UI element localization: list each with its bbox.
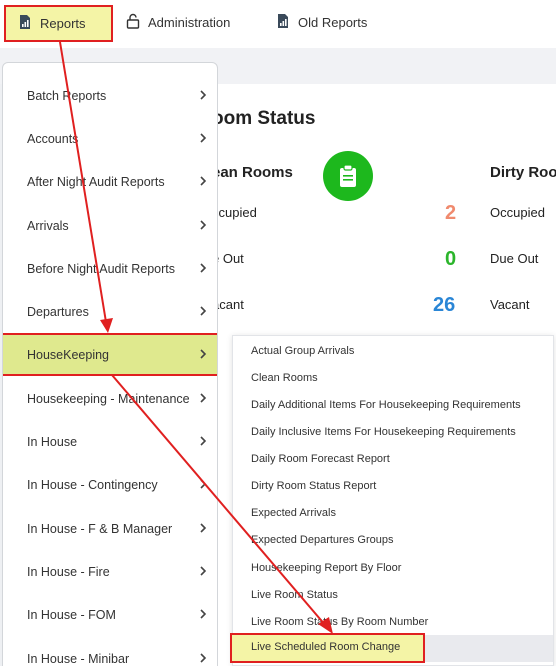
menu-item-label: Housekeeping - Maintenance [27, 391, 190, 406]
submenu-item-live-room-status[interactable]: Live Room Status [233, 581, 553, 608]
menu-item-after-night-audit[interactable]: After Night Audit Reports [3, 160, 217, 203]
submenu-item-expected-arrivals[interactable]: Expected Arrivals [233, 499, 553, 526]
menu-item-label: HouseKeeping [27, 347, 110, 362]
menu-item-label: In House [27, 434, 78, 449]
menu-item-label: After Night Audit Reports [27, 174, 165, 189]
menu-item-housekeeping[interactable]: HouseKeeping [3, 333, 217, 376]
menu-item-batch-reports[interactable]: Batch Reports [3, 74, 217, 117]
chevron-right-icon [200, 522, 207, 536]
reports-tab[interactable]: Reports [4, 5, 113, 42]
chevron-right-icon [200, 305, 207, 319]
chevron-right-icon [200, 652, 207, 666]
menu-item-departures[interactable]: Departures [3, 290, 217, 333]
document-chart-icon [276, 13, 290, 32]
menu-item-label: In House - Fire [27, 564, 110, 579]
menu-item-label: In House - FOM [27, 607, 116, 622]
menu-item-in-house-fb-manager[interactable]: In House - F & B Manager [3, 507, 217, 550]
lock-icon [126, 13, 140, 32]
submenu-item-clean-rooms[interactable]: Clean Rooms [233, 364, 553, 391]
dirty-occupied-label: Occupied [490, 205, 545, 220]
dirty-rooms-heading: Dirty Roo [490, 164, 556, 181]
chevron-right-icon [200, 175, 207, 189]
chevron-right-icon [200, 89, 207, 103]
reports-dropdown-menu: Batch Reports Accounts After Night Audit… [2, 62, 218, 666]
room-status-title: oom Status [212, 108, 316, 129]
menu-item-label: Departures [27, 304, 89, 319]
chevron-right-icon [200, 348, 207, 362]
due-out-count: 0 [445, 248, 457, 270]
dirty-vacant-label: Vacant [490, 297, 530, 312]
clean-rooms-heading: ean Rooms [212, 164, 293, 181]
submenu-item-daily-room-forecast[interactable]: Daily Room Forecast Report [233, 445, 553, 472]
menu-item-in-house-contingency[interactable]: In House - Contingency [3, 463, 217, 506]
chevron-right-icon [200, 219, 207, 233]
menu-item-in-house-minibar[interactable]: In House - Minibar [3, 637, 217, 666]
menu-item-label: Accounts [27, 131, 79, 146]
menu-item-housekeeping-maintenance[interactable]: Housekeeping - Maintenance [3, 377, 217, 420]
chevron-right-icon [200, 478, 207, 492]
old-reports-tab-label: Old Reports [298, 14, 368, 30]
menu-item-before-night-audit[interactable]: Before Night Audit Reports [3, 247, 217, 290]
chevron-right-icon [200, 565, 207, 579]
old-reports-tab[interactable]: Old Reports [276, 0, 367, 44]
menu-item-arrivals[interactable]: Arrivals [3, 204, 217, 247]
chevron-right-icon [200, 132, 207, 146]
dirty-due-out-label: Due Out [490, 251, 539, 266]
submenu-item-daily-additional-items[interactable]: Daily Additional Items For Housekeeping … [233, 391, 553, 418]
menu-item-in-house-fom[interactable]: In House - FOM [3, 593, 217, 636]
submenu-item-housekeeping-report-by-floor[interactable]: Housekeeping Report By Floor [233, 554, 553, 581]
menu-item-label: Batch Reports [27, 88, 107, 103]
submenu-item-actual-group-arrivals[interactable]: Actual Group Arrivals [233, 337, 553, 364]
submenu-item-live-room-status-by-number[interactable]: Live Room Status By Room Number [233, 608, 553, 635]
menu-item-label: In House - Contingency [27, 477, 158, 492]
chevron-right-icon [200, 608, 207, 622]
submenu-item-daily-inclusive-items[interactable]: Daily Inclusive Items For Housekeeping R… [233, 418, 553, 445]
occupied-label: ccupied [212, 205, 257, 220]
clipboard-icon [323, 151, 373, 201]
menu-item-in-house-fire[interactable]: In House - Fire [3, 550, 217, 593]
housekeeping-submenu: Actual Group Arrivals Clean Rooms Daily … [232, 335, 554, 666]
administration-tab-label: Administration [148, 14, 231, 30]
menu-item-label: In House - F & B Manager [27, 521, 173, 536]
menu-item-label: In House - Minibar [27, 651, 130, 666]
vacant-count: 26 [433, 294, 456, 316]
submenu-item-expected-departures-groups[interactable]: Expected Departures Groups [233, 526, 553, 553]
menu-item-accounts[interactable]: Accounts [3, 117, 217, 160]
administration-tab[interactable]: Administration [126, 0, 230, 44]
chevron-right-icon [200, 435, 207, 449]
menu-item-label: Arrivals [27, 218, 69, 233]
bar-chart-icon [18, 14, 32, 33]
top-nav: Reports Administration Old Reports [0, 0, 556, 48]
chevron-right-icon [200, 262, 207, 276]
menu-item-label: Before Night Audit Reports [27, 261, 175, 276]
occupied-count: 2 [445, 202, 457, 224]
chevron-right-icon [200, 392, 207, 406]
reports-tab-label: Reports [40, 16, 86, 31]
submenu-item-dirty-room-status[interactable]: Dirty Room Status Report [233, 472, 553, 499]
submenu-item-live-scheduled-room-change[interactable]: Live Scheduled Room Change [251, 641, 400, 653]
menu-item-in-house[interactable]: In House [3, 420, 217, 463]
